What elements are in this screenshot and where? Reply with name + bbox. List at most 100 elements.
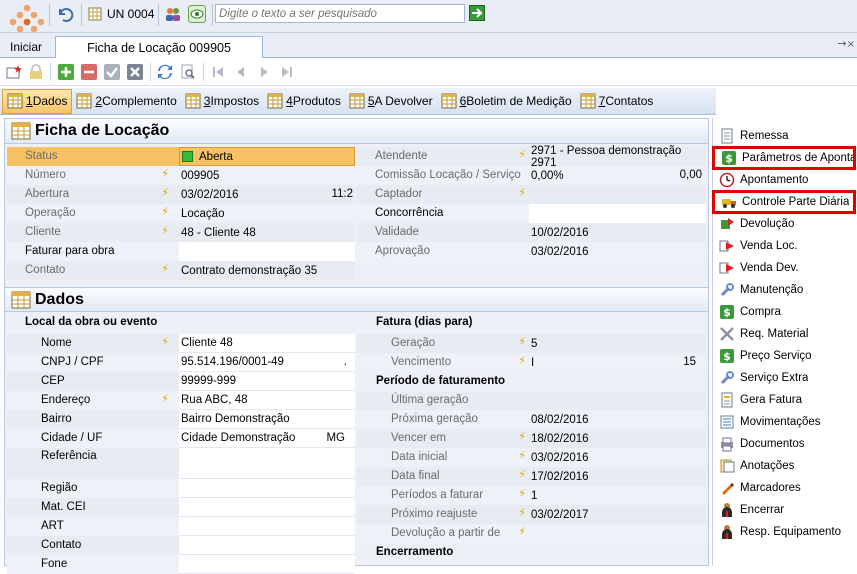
field-value[interactable] — [179, 242, 355, 261]
lightning-icon[interactable]: ⚡ — [161, 262, 169, 275]
action-item-1[interactable]: $ Parâmetros de Apontam — [712, 146, 856, 170]
prev-record-button[interactable] — [233, 64, 249, 80]
field-value[interactable] — [179, 498, 355, 517]
tab-section-3[interactable]: 3 Impostos — [181, 89, 263, 114]
confirm-button[interactable] — [104, 64, 120, 80]
field-value[interactable]: 18/02/2016 — [529, 429, 706, 448]
field-value[interactable]: Locação — [179, 204, 355, 223]
action-item-16[interactable]: Marcadores — [713, 478, 857, 498]
field-value[interactable]: 03/02/2016 — [179, 185, 355, 204]
tab-section-2[interactable]: 2 Complemento — [72, 89, 180, 114]
field-value[interactable] — [179, 555, 355, 574]
action-item-14[interactable]: Documentos — [713, 434, 857, 454]
action-item-5[interactable]: Venda Loc. — [713, 236, 857, 256]
field-value[interactable] — [529, 524, 706, 543]
lock-button[interactable] — [28, 64, 44, 80]
field-value[interactable]: 009905 — [179, 166, 355, 185]
field-value[interactable]: 17/02/2016 — [529, 467, 706, 486]
action-item-3[interactable]: Controle Parte Diária — [712, 190, 856, 214]
lightning-icon[interactable]: ⚡ — [518, 449, 526, 462]
field-value[interactable]: Cliente 48 — [179, 334, 355, 353]
field-value[interactable] — [529, 185, 706, 204]
lightning-icon[interactable]: ⚡ — [518, 354, 526, 367]
next-record-button[interactable] — [256, 64, 272, 80]
field-value[interactable] — [529, 204, 706, 223]
preview-button[interactable] — [180, 64, 196, 80]
action-item-12[interactable]: Gera Fatura — [713, 390, 857, 410]
refresh-button[interactable] — [157, 64, 173, 80]
tab-section-1[interactable]: 1 Dados — [2, 88, 73, 114]
field-value[interactable]: 10/02/2016 — [529, 223, 706, 242]
lightning-icon[interactable]: ⚡ — [518, 468, 526, 481]
view-button[interactable] — [188, 5, 206, 23]
field-value[interactable] — [179, 536, 355, 555]
un-selector[interactable]: UN 0004 — [88, 5, 154, 23]
field-value[interactable]: Bairro Demonstração — [179, 410, 355, 429]
remove-button[interactable] — [81, 64, 97, 80]
field-value[interactable] — [179, 517, 355, 536]
cancel-button[interactable] — [127, 64, 143, 80]
action-item-2[interactable]: Apontamento — [713, 170, 857, 190]
tab-scroll-button[interactable]: →× — [837, 37, 855, 50]
tab-section-4[interactable]: 4 Produtos — [263, 89, 345, 114]
action-item-10[interactable]: $ Preço Serviço — [713, 346, 857, 366]
field-value[interactable]: 95.514.196/0001-49 — [179, 353, 355, 372]
field-value[interactable]: I — [529, 353, 706, 372]
action-item-7[interactable]: Manutenção — [713, 280, 857, 300]
last-record-button[interactable] — [279, 64, 295, 80]
app-logo-icon[interactable] — [10, 3, 44, 37]
lightning-icon[interactable]: ⚡ — [161, 224, 169, 237]
lightning-icon[interactable]: ⚡ — [161, 167, 169, 180]
tab-start[interactable]: Iniciar — [0, 36, 52, 58]
field-value[interactable] — [529, 391, 706, 410]
undo-button[interactable] — [56, 5, 74, 23]
field-value[interactable]: Contrato demonstração 35 — [179, 261, 355, 280]
first-record-button[interactable] — [210, 64, 226, 80]
search-input[interactable] — [215, 4, 465, 23]
field-value[interactable]: 08/02/2016 — [529, 410, 706, 429]
field-value[interactable]: 1 — [529, 486, 706, 505]
action-item-8[interactable]: $ Compra — [713, 302, 857, 322]
field-value[interactable]: 5 — [529, 334, 706, 353]
field-value[interactable]: 03/02/2016 — [529, 242, 706, 261]
users-button[interactable] — [164, 5, 182, 23]
tab-section-6[interactable]: 6 Boletim de Medição — [437, 89, 576, 114]
lightning-icon[interactable]: ⚡ — [161, 335, 169, 348]
field-value[interactable]: 99999-999 — [179, 372, 355, 391]
lightning-icon[interactable]: ⚡ — [518, 487, 526, 500]
action-item-18[interactable]: Resp. Equipamento — [713, 522, 857, 542]
grid-icon — [580, 93, 596, 109]
tab-ficha-locacao[interactable]: Ficha de Locação 009905 — [55, 36, 263, 59]
lightning-icon[interactable]: ⚡ — [518, 148, 526, 161]
add-button[interactable] — [58, 64, 74, 80]
lightning-icon[interactable]: ⚡ — [518, 335, 526, 348]
field-value[interactable] — [179, 448, 355, 479]
field-value[interactable]: Rua ABC, 48 — [179, 391, 355, 410]
field-value[interactable]: 03/02/2017 — [529, 505, 706, 524]
field-label: CNPJ / CPF — [41, 356, 104, 368]
lightning-icon[interactable]: ⚡ — [518, 525, 526, 538]
action-item-15[interactable]: Anotações — [713, 456, 857, 476]
action-item-17[interactable]: Encerrar — [713, 500, 857, 520]
field-value[interactable]: 48 - Cliente 48 — [179, 223, 355, 242]
action-item-9[interactable]: Req. Material — [713, 324, 857, 344]
lightning-icon[interactable]: ⚡ — [161, 205, 169, 218]
action-item-0[interactable]: Remessa — [713, 126, 857, 146]
field-value[interactable]: 2971 - Pessoa demonstração 2971 — [529, 145, 706, 169]
lightning-icon[interactable]: ⚡ — [518, 186, 526, 199]
lightning-icon[interactable]: ⚡ — [518, 430, 526, 443]
action-item-11[interactable]: Serviço Extra — [713, 368, 857, 388]
new-record-button[interactable] — [6, 64, 22, 80]
lightning-icon[interactable]: ⚡ — [161, 392, 169, 405]
search-go-button[interactable] — [469, 5, 485, 21]
action-item-4[interactable]: Devolução — [713, 214, 857, 234]
action-item-13[interactable]: Movimentações — [713, 412, 857, 432]
tab-section-5[interactable]: 5 A Devolver — [345, 89, 437, 114]
tab-section-7[interactable]: 7 Contatos — [576, 89, 658, 114]
lightning-icon[interactable]: ⚡ — [518, 506, 526, 519]
lightning-icon[interactable]: ⚡ — [161, 186, 169, 199]
field-value[interactable] — [179, 479, 355, 498]
field-value[interactable]: 03/02/2016 — [529, 448, 706, 467]
field-value[interactable]: Aberta — [179, 147, 355, 166]
action-item-6[interactable]: Venda Dev. — [713, 258, 857, 278]
